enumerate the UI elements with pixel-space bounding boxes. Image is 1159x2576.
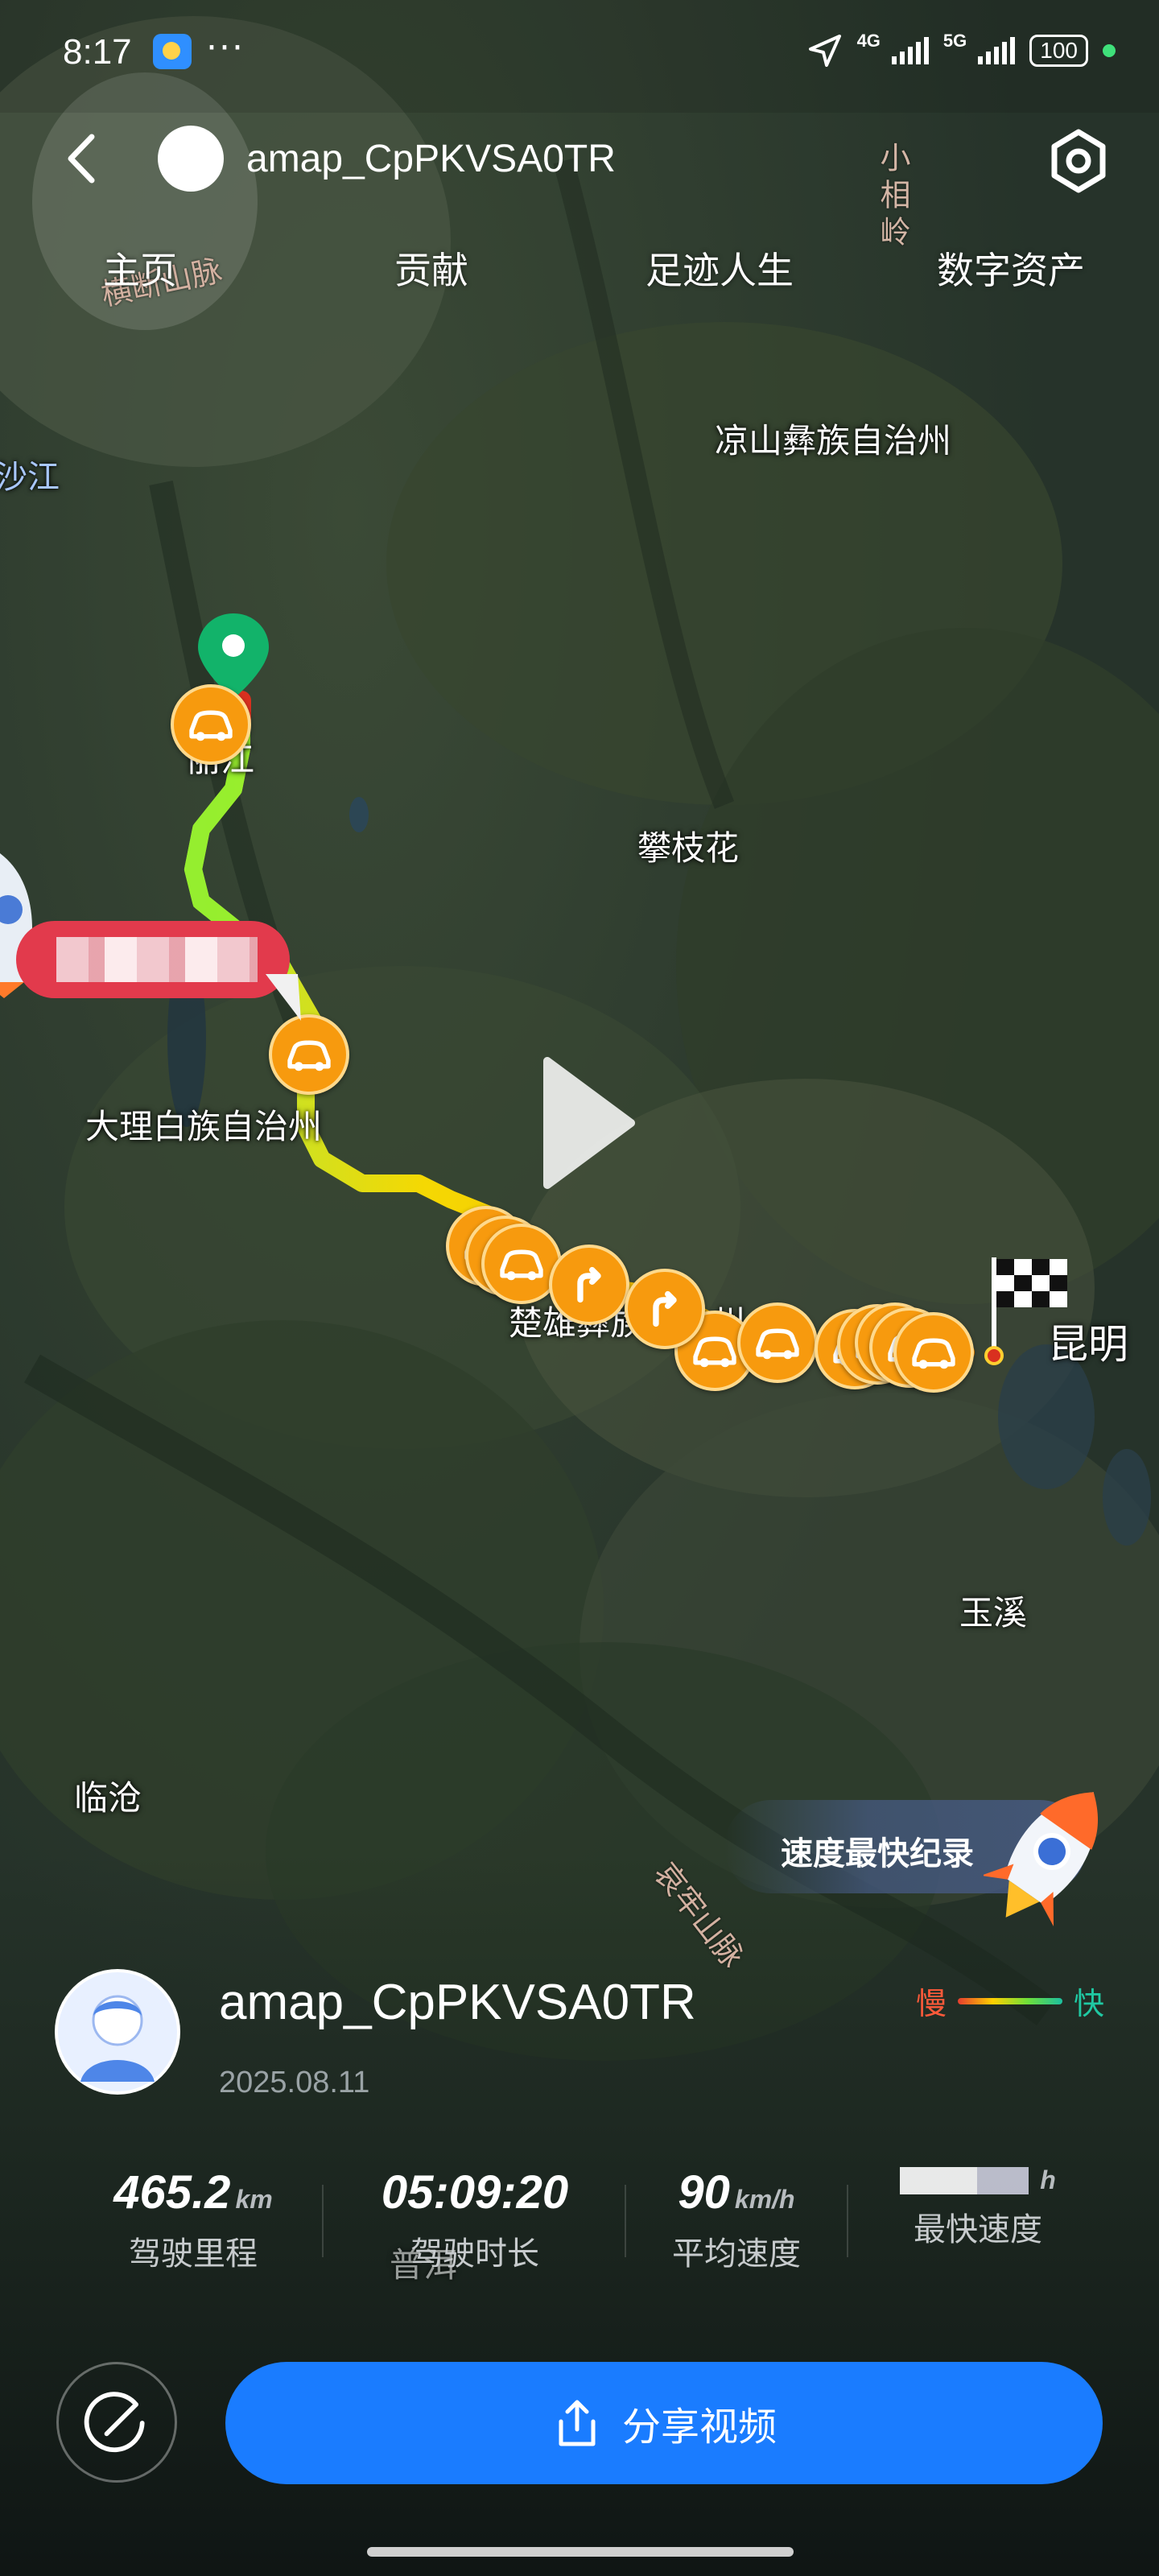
distance-value: 465.2 <box>113 2166 231 2219</box>
map-label-yuxi: 玉溪 <box>959 1593 1028 1633</box>
network-5g-label: 5G <box>942 31 967 51</box>
car-event-marker-icon[interactable] <box>737 1302 818 1383</box>
stat-duration: 05:09:20 驾驶时长 <box>346 2165 604 2274</box>
duration-label: 驾驶时长 <box>410 2235 539 2273</box>
car-event-marker-icon[interactable] <box>171 684 251 765</box>
max-speed-redacted <box>900 2166 1029 2194</box>
play-button[interactable] <box>541 1055 637 1191</box>
status-bar: 8:17 ··· 4G 5G 100 <box>0 0 1159 105</box>
car-event-marker-icon[interactable] <box>269 1014 349 1095</box>
redacted-speed-bubble <box>16 921 290 998</box>
speed-legend: 慢 快 <box>916 1979 1104 2023</box>
user-avatar[interactable] <box>55 1969 180 2095</box>
tab-footprint[interactable]: 足迹人生 <box>645 242 794 295</box>
stat-avg-speed: 90 km/h 平均速度 <box>644 2165 829 2274</box>
status-indicators: 4G 5G 100 <box>807 31 1116 71</box>
turn-event-marker-icon[interactable] <box>625 1269 705 1349</box>
signal-5g-icon <box>978 37 1016 64</box>
map-label-river: 沙江 <box>0 459 60 496</box>
edit-icon <box>84 2392 145 2453</box>
legend-gradient-bar <box>958 1997 1063 2004</box>
privacy-indicator-icon <box>1103 44 1116 57</box>
location-arrow-icon <box>808 35 841 67</box>
divider <box>625 2185 626 2257</box>
map-label-dali: 大理白族自治州 <box>85 1107 323 1146</box>
divider <box>847 2185 848 2257</box>
map-label-liangshan: 凉山彝族自治州 <box>715 421 952 460</box>
share-video-button[interactable]: 分享视频 <box>225 2362 1103 2484</box>
header-title: amap_CpPKVSA0TR <box>246 138 616 180</box>
trip-date: 2025.08.11 <box>219 2066 370 2099</box>
tab-contribution[interactable]: 贡献 <box>394 242 468 295</box>
default-avatar-icon <box>58 1972 177 2091</box>
tab-home[interactable]: 主页 <box>103 242 177 295</box>
share-icon <box>559 2400 596 2446</box>
settings-gear-icon[interactable] <box>1045 127 1112 195</box>
finish-flag-icon <box>984 1257 1067 1365</box>
share-video-label: 分享视频 <box>621 2405 777 2450</box>
tab-bar: 主页 贡献 足迹人生 数字资产 <box>0 242 1159 306</box>
back-arrow-icon[interactable] <box>56 130 113 187</box>
speed-record-label: 速度最快纪录 <box>781 1835 974 1872</box>
max-speed-unit: h <box>1040 2165 1056 2194</box>
home-indicator[interactable] <box>367 2547 794 2557</box>
rocket-icon <box>984 1792 1098 1926</box>
map-label-panzhihua: 攀枝花 <box>637 828 740 868</box>
duration-value: 05:09:20 <box>381 2166 569 2219</box>
signal-4g-icon <box>891 37 929 64</box>
map-label-lincang: 临沧 <box>74 1778 142 1818</box>
distance-label: 驾驶里程 <box>129 2235 258 2273</box>
legend-fast-label: 快 <box>1074 1986 1105 2021</box>
car-event-marker-icon[interactable] <box>893 1312 974 1393</box>
user-name: amap_CpPKVSA0TR <box>219 1975 696 2030</box>
speech-tail <box>266 974 301 1021</box>
edit-button[interactable] <box>56 2362 177 2483</box>
more-notifications-icon: ··· <box>206 27 245 68</box>
weather-icon <box>153 34 192 69</box>
avg-speed-value: 90 <box>678 2166 730 2219</box>
max-speed-label: 最快速度 <box>914 2211 1042 2248</box>
header-avatar[interactable] <box>158 126 224 192</box>
legend-slow-label: 慢 <box>916 1986 947 2021</box>
stat-distance: 465.2 km 驾驶里程 <box>89 2165 298 2274</box>
network-4g-label: 4G <box>856 31 881 51</box>
trip-stats: 465.2 km 驾驶里程 05:09:20 驾驶时长 90 km/h 平均速度 h… <box>0 2165 1159 2294</box>
header: amap_CpPKVSA0TR <box>0 113 1159 209</box>
avg-speed-unit: km/h <box>734 2185 795 2214</box>
tab-digital-assets[interactable]: 数字资产 <box>937 242 1085 295</box>
divider <box>322 2185 324 2257</box>
screen: 凉山彝族自治州 攀枝花 丽江 大理白族自治州 楚雄彝族自治州 昆明 玉溪 临沧 … <box>0 0 1159 2576</box>
battery-icon: 100 <box>1029 35 1088 67</box>
status-time: 8:17 <box>63 32 132 72</box>
stat-max-speed: h 最快速度 <box>877 2165 1079 2250</box>
distance-unit: km <box>235 2185 273 2214</box>
avg-speed-label: 平均速度 <box>672 2235 801 2273</box>
turn-event-marker-icon[interactable] <box>549 1245 629 1325</box>
